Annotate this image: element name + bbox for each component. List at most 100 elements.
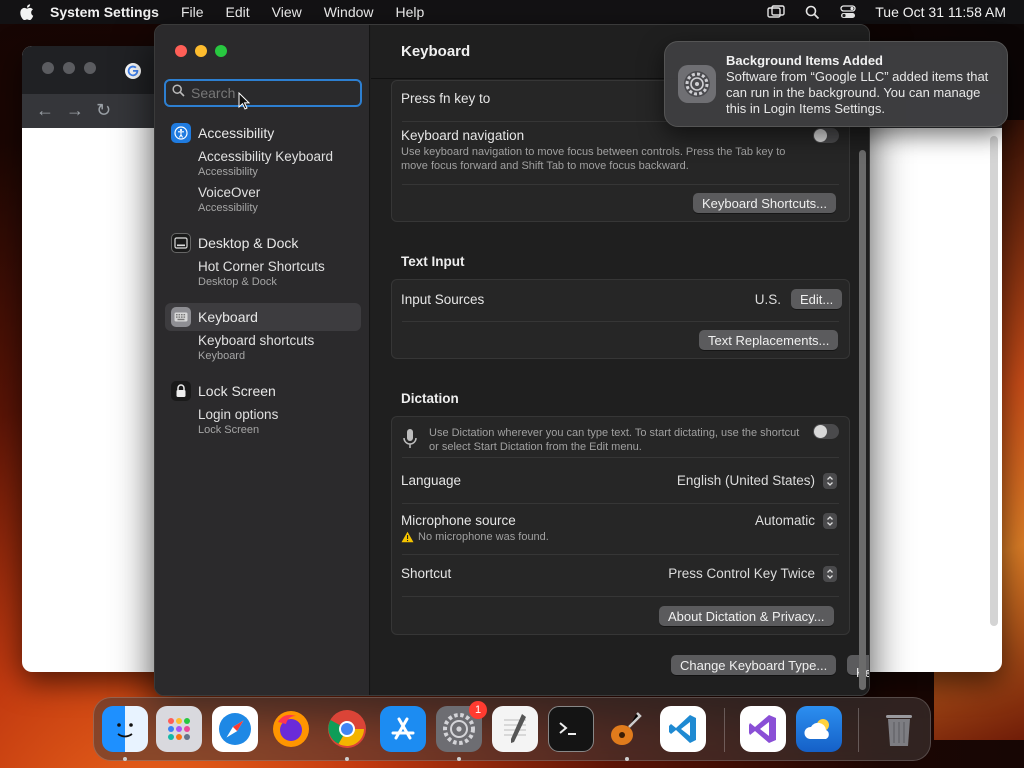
sidebar-item-keyboard[interactable]: Keyboard (165, 303, 361, 331)
search-field[interactable] (164, 79, 362, 107)
sidebar-item-label: Keyboard (198, 309, 258, 325)
menu-app-name[interactable]: System Settings (50, 4, 159, 20)
reload-icon[interactable]: ↻ (96, 100, 111, 121)
menu-window[interactable]: Window (324, 4, 374, 20)
result-category: Keyboard (198, 350, 246, 362)
garageband-icon[interactable] (604, 706, 650, 752)
microphone-warning: No microphone was found. (418, 531, 549, 543)
result-title: Hot Corner Shortcuts (198, 259, 325, 274)
app-store-icon[interactable] (380, 706, 426, 752)
microphone-icon (402, 428, 418, 455)
screen-mirroring-icon[interactable] (767, 4, 785, 20)
control-center-icon[interactable] (839, 4, 857, 20)
keyboard-navigation-description: Use keyboard navigation to move focus be… (401, 146, 786, 172)
firefox-icon[interactable] (268, 706, 314, 752)
divider (402, 503, 839, 504)
background-items-notification[interactable]: Background Items Added Software from “Go… (664, 41, 1008, 127)
apple-menu-icon[interactable] (18, 3, 36, 21)
chrome-icon[interactable] (324, 706, 370, 752)
language-popup-chevron-icon[interactable] (823, 473, 837, 489)
sidebar-item-label: Desktop & Dock (198, 235, 299, 251)
input-sources-label: Input Sources (401, 292, 485, 307)
divider (402, 554, 839, 555)
result-title: VoiceOver (198, 185, 261, 200)
pane-scrollbar[interactable] (859, 150, 866, 690)
sidebar-item-desktop-dock[interactable]: Desktop & Dock (165, 229, 361, 257)
system-settings-icon[interactable]: 1 (436, 701, 487, 752)
menu-help[interactable]: Help (396, 4, 425, 20)
dictation-group: Use Dictation wherever you can type text… (391, 416, 850, 635)
microphone-source-value[interactable]: Automatic (755, 513, 815, 528)
spotlight-search-icon[interactable] (803, 4, 821, 20)
page-title: Keyboard (401, 43, 471, 60)
sidebar-item-lock-screen[interactable]: Lock Screen (165, 377, 361, 405)
system-settings-gear-icon (678, 65, 716, 103)
keyboard-navigation-toggle[interactable] (813, 128, 839, 143)
dictation-heading: Dictation (401, 391, 459, 406)
sidebar-result-hot-corner-shortcuts[interactable]: Hot Corner Shortcuts Desktop & Dock (165, 259, 361, 289)
result-title: Accessibility Keyboard (198, 149, 334, 164)
zoom-button[interactable] (215, 45, 227, 57)
dock: 1 (93, 697, 931, 761)
terminal-icon[interactable] (548, 706, 594, 752)
google-favicon-icon[interactable] (124, 62, 142, 80)
text-input-group: Input Sources U.S. Edit... Text Replacem… (391, 279, 850, 359)
text-replacements-button[interactable]: Text Replacements... (699, 330, 839, 350)
menu-edit[interactable]: Edit (226, 4, 250, 20)
shortcut-popup-chevron-icon[interactable] (823, 566, 837, 582)
mouse-pointer-icon (238, 91, 251, 110)
result-title: Login options (198, 407, 279, 422)
sidebar-result-login-options[interactable]: Login options Lock Screen (165, 407, 361, 437)
trash-icon[interactable] (876, 706, 922, 752)
weather-icon[interactable] (796, 706, 842, 752)
menu-clock[interactable]: Tue Oct 31 11:58 AM (875, 4, 1006, 20)
dock-running-indicator (457, 757, 461, 761)
menu-view[interactable]: View (272, 4, 302, 20)
sidebar-result-accessibility-keyboard[interactable]: Accessibility Keyboard Accessibility (165, 149, 361, 179)
language-value[interactable]: English (United States) (677, 473, 815, 488)
dock-separator (724, 708, 725, 752)
sidebar-item-accessibility[interactable]: Accessibility (165, 119, 361, 147)
close-button[interactable] (175, 45, 187, 57)
lock-icon (171, 381, 191, 401)
accessibility-icon (171, 123, 191, 143)
notification-body: Software from “Google LLC” added items t… (726, 69, 989, 116)
safari-icon[interactable] (212, 706, 258, 752)
search-icon (172, 84, 185, 102)
divider (402, 321, 839, 322)
dock-running-indicator (345, 757, 349, 761)
warning-icon (401, 530, 414, 548)
minimize-button[interactable] (195, 45, 207, 57)
result-category: Accessibility (198, 166, 258, 178)
keyboard-shortcuts-button[interactable]: Keyboard Shortcuts... (693, 193, 837, 213)
sidebar-item-label: Accessibility (198, 125, 275, 141)
change-keyboard-type-button[interactable]: Change Keyboard Type... (671, 655, 837, 675)
sidebar-result-keyboard-shortcuts[interactable]: Keyboard shortcuts Keyboard (165, 333, 361, 363)
sidebar: Accessibility Accessibility Keyboard Acc… (155, 25, 370, 695)
visual-studio-icon[interactable] (740, 706, 786, 752)
dock-running-indicator (625, 757, 629, 761)
chrome-scrollbar[interactable] (990, 136, 998, 626)
forward-arrow-icon[interactable]: → (66, 100, 84, 121)
shortcut-value[interactable]: Press Control Key Twice (668, 566, 815, 581)
press-fn-label: Press fn key to (401, 91, 491, 106)
text-input-heading: Text Input (401, 254, 465, 269)
vscode-icon[interactable] (660, 706, 706, 752)
sidebar-result-voiceover[interactable]: VoiceOver Accessibility (165, 185, 361, 215)
menu-file[interactable]: File (181, 4, 204, 20)
sidebar-item-label: Lock Screen (198, 383, 276, 399)
language-label: Language (401, 473, 462, 488)
dictation-description: Use Dictation wherever you can type text… (429, 427, 800, 453)
textedit-icon[interactable] (492, 706, 538, 752)
chrome-window-controls[interactable] (42, 62, 96, 74)
input-sources-value: U.S. (754, 292, 781, 307)
finder-icon[interactable] (102, 706, 148, 752)
dictation-toggle[interactable] (813, 424, 839, 439)
edit-input-sources-button[interactable]: Edit... (791, 289, 843, 309)
back-arrow-icon[interactable]: ← (36, 100, 54, 121)
about-dictation-privacy-button[interactable]: About Dictation & Privacy... (659, 606, 834, 626)
launchpad-icon[interactable] (156, 706, 202, 752)
microphone-popup-chevron-icon[interactable] (823, 513, 837, 529)
result-category: Accessibility (198, 202, 258, 214)
search-input[interactable] (191, 85, 351, 101)
